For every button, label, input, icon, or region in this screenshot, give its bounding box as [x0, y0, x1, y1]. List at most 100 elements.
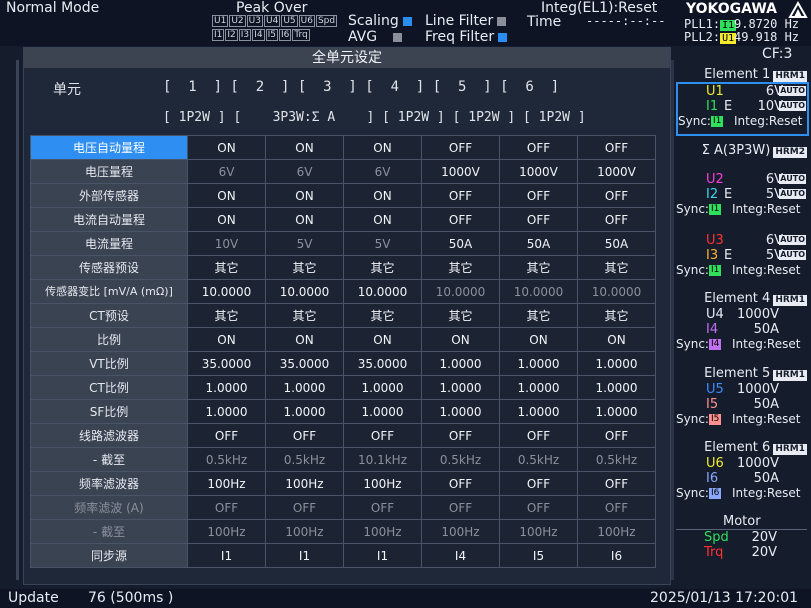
- row-label[interactable]: SF比例: [30, 399, 188, 424]
- cell-element-1[interactable]: 其它: [187, 255, 266, 280]
- row-label[interactable]: 电压自动量程: [30, 135, 188, 160]
- cell-element-3[interactable]: 10.0000: [343, 279, 422, 304]
- element5-box[interactable]: U5 1000V I5 50A Sync: I5 Integ:Reset: [676, 382, 807, 430]
- cell-element-1[interactable]: I1: [187, 543, 266, 568]
- cell-element-3[interactable]: ON: [343, 135, 422, 160]
- row-label[interactable]: 传感器预设: [30, 255, 188, 280]
- cell-element-1[interactable]: 1.0000: [187, 399, 266, 424]
- row-label[interactable]: 频率滤波器: [30, 471, 188, 496]
- motor-box[interactable]: Spd 20V Trq 20V: [676, 529, 807, 564]
- cell-element-2[interactable]: 其它: [265, 255, 344, 280]
- cell-element-2[interactable]: ON: [265, 183, 344, 208]
- row-label[interactable]: 外部传感器: [30, 183, 188, 208]
- row-label[interactable]: 同步源: [30, 543, 188, 568]
- row-label[interactable]: VT比例: [30, 351, 188, 376]
- cell-element-6[interactable]: I6: [577, 543, 656, 568]
- cell-element-2[interactable]: ON: [265, 135, 344, 160]
- cell-element-3[interactable]: 35.0000: [343, 351, 422, 376]
- cell-element-4[interactable]: OFF: [421, 423, 500, 448]
- cell-element-3[interactable]: ON: [343, 327, 422, 352]
- cell-element-6[interactable]: 1.0000: [577, 375, 656, 400]
- cell-element-3[interactable]: OFF: [343, 423, 422, 448]
- cell-element-2[interactable]: ON: [265, 327, 344, 352]
- element6-box[interactable]: U6 1000V I6 50A Sync: I6 Integ:Reset: [676, 456, 807, 504]
- row-label[interactable]: - 截至: [30, 447, 188, 472]
- cell-element-6[interactable]: 1.0000: [577, 399, 656, 424]
- cell-element-6[interactable]: 1000V: [577, 159, 656, 184]
- cell-element-6[interactable]: OFF: [577, 471, 656, 496]
- cell-element-1[interactable]: ON: [187, 207, 266, 232]
- row-label[interactable]: 频率滤波 (A): [30, 495, 188, 520]
- cell-element-2[interactable]: 100Hz: [265, 471, 344, 496]
- cell-element-5[interactable]: ON: [499, 327, 578, 352]
- cell-element-2[interactable]: I1: [265, 543, 344, 568]
- cell-element-4[interactable]: OFF: [421, 471, 500, 496]
- element1-box[interactable]: U1 6V AUTO I1 E 10V AUTO Sync: I1 Integ:R…: [676, 82, 809, 136]
- cell-element-6[interactable]: OFF: [577, 207, 656, 232]
- cell-element-1[interactable]: ON: [187, 135, 266, 160]
- cell-element-1[interactable]: 10.0000: [187, 279, 266, 304]
- cell-element-4[interactable]: OFF: [421, 183, 500, 208]
- row-label[interactable]: CT比例: [30, 375, 188, 400]
- cell-element-2[interactable]: 10.0000: [265, 279, 344, 304]
- cell-element-2[interactable]: OFF: [265, 423, 344, 448]
- cell-element-5[interactable]: OFF: [499, 207, 578, 232]
- cell-element-2[interactable]: 35.0000: [265, 351, 344, 376]
- cell-element-1[interactable]: 其它: [187, 303, 266, 328]
- cell-element-4[interactable]: 1.0000: [421, 351, 500, 376]
- cell-element-4[interactable]: OFF: [421, 135, 500, 160]
- cell-element-4[interactable]: 50A: [421, 231, 500, 256]
- element2-box[interactable]: U2 6V AUTO I2 E 5V AUTO Sync: I1 Integ:Re…: [676, 172, 807, 220]
- cell-element-5[interactable]: OFF: [499, 135, 578, 160]
- cell-element-4[interactable]: ON: [421, 327, 500, 352]
- cell-element-4[interactable]: 1000V: [421, 159, 500, 184]
- cell-element-3[interactable]: ON: [343, 207, 422, 232]
- row-label[interactable]: 线路滤波器: [30, 423, 188, 448]
- cell-element-3[interactable]: 1.0000: [343, 399, 422, 424]
- cell-element-1[interactable]: ON: [187, 327, 266, 352]
- cell-element-5[interactable]: 其它: [499, 255, 578, 280]
- cell-element-5[interactable]: 1.0000: [499, 351, 578, 376]
- cell-element-6[interactable]: 其它: [577, 255, 656, 280]
- cell-element-5[interactable]: 其它: [499, 303, 578, 328]
- cell-element-6[interactable]: OFF: [577, 423, 656, 448]
- cell-element-5[interactable]: OFF: [499, 471, 578, 496]
- cell-element-4[interactable]: 其它: [421, 303, 500, 328]
- cell-element-2[interactable]: 1.0000: [265, 399, 344, 424]
- cell-element-5[interactable]: 1.0000: [499, 399, 578, 424]
- cell-element-6[interactable]: 50A: [577, 231, 656, 256]
- cell-element-3[interactable]: 100Hz: [343, 471, 422, 496]
- cell-element-1[interactable]: 1.0000: [187, 375, 266, 400]
- cell-element-1[interactable]: 35.0000: [187, 351, 266, 376]
- cell-element-6[interactable]: OFF: [577, 135, 656, 160]
- cell-element-5[interactable]: 50A: [499, 231, 578, 256]
- cell-element-4[interactable]: 1.0000: [421, 399, 500, 424]
- cell-element-1[interactable]: 100Hz: [187, 471, 266, 496]
- cell-element-4[interactable]: I4: [421, 543, 500, 568]
- cell-element-4[interactable]: 1.0000: [421, 375, 500, 400]
- cell-element-4[interactable]: 其它: [421, 255, 500, 280]
- row-label[interactable]: - 截至: [30, 519, 188, 544]
- cell-element-2[interactable]: 其它: [265, 303, 344, 328]
- cell-element-6[interactable]: 1.0000: [577, 351, 656, 376]
- cell-element-3[interactable]: I1: [343, 543, 422, 568]
- cell-element-3[interactable]: 1.0000: [343, 375, 422, 400]
- cell-element-3[interactable]: ON: [343, 183, 422, 208]
- row-label[interactable]: CT预设: [30, 303, 188, 328]
- row-label[interactable]: 传感器变比 [mV/A (mΩ)]: [30, 279, 188, 304]
- cell-element-6[interactable]: OFF: [577, 183, 656, 208]
- cell-element-1[interactable]: ON: [187, 183, 266, 208]
- cell-element-5[interactable]: OFF: [499, 183, 578, 208]
- cell-element-2[interactable]: ON: [265, 207, 344, 232]
- cell-element-5[interactable]: 1000V: [499, 159, 578, 184]
- element3-box[interactable]: U3 6V AUTO I3 E 5V AUTO Sync: I1 Integ:Re…: [676, 233, 807, 281]
- row-label[interactable]: 比例: [30, 327, 188, 352]
- row-label[interactable]: 电流量程: [30, 231, 188, 256]
- cell-element-2[interactable]: 1.0000: [265, 375, 344, 400]
- cell-element-3[interactable]: 其它: [343, 255, 422, 280]
- element4-box[interactable]: U4 1000V I4 50A Sync: I4 Integ:Reset: [676, 307, 807, 355]
- cell-element-1[interactable]: OFF: [187, 423, 266, 448]
- cell-element-4[interactable]: OFF: [421, 207, 500, 232]
- cell-element-5[interactable]: I5: [499, 543, 578, 568]
- cell-element-3[interactable]: 其它: [343, 303, 422, 328]
